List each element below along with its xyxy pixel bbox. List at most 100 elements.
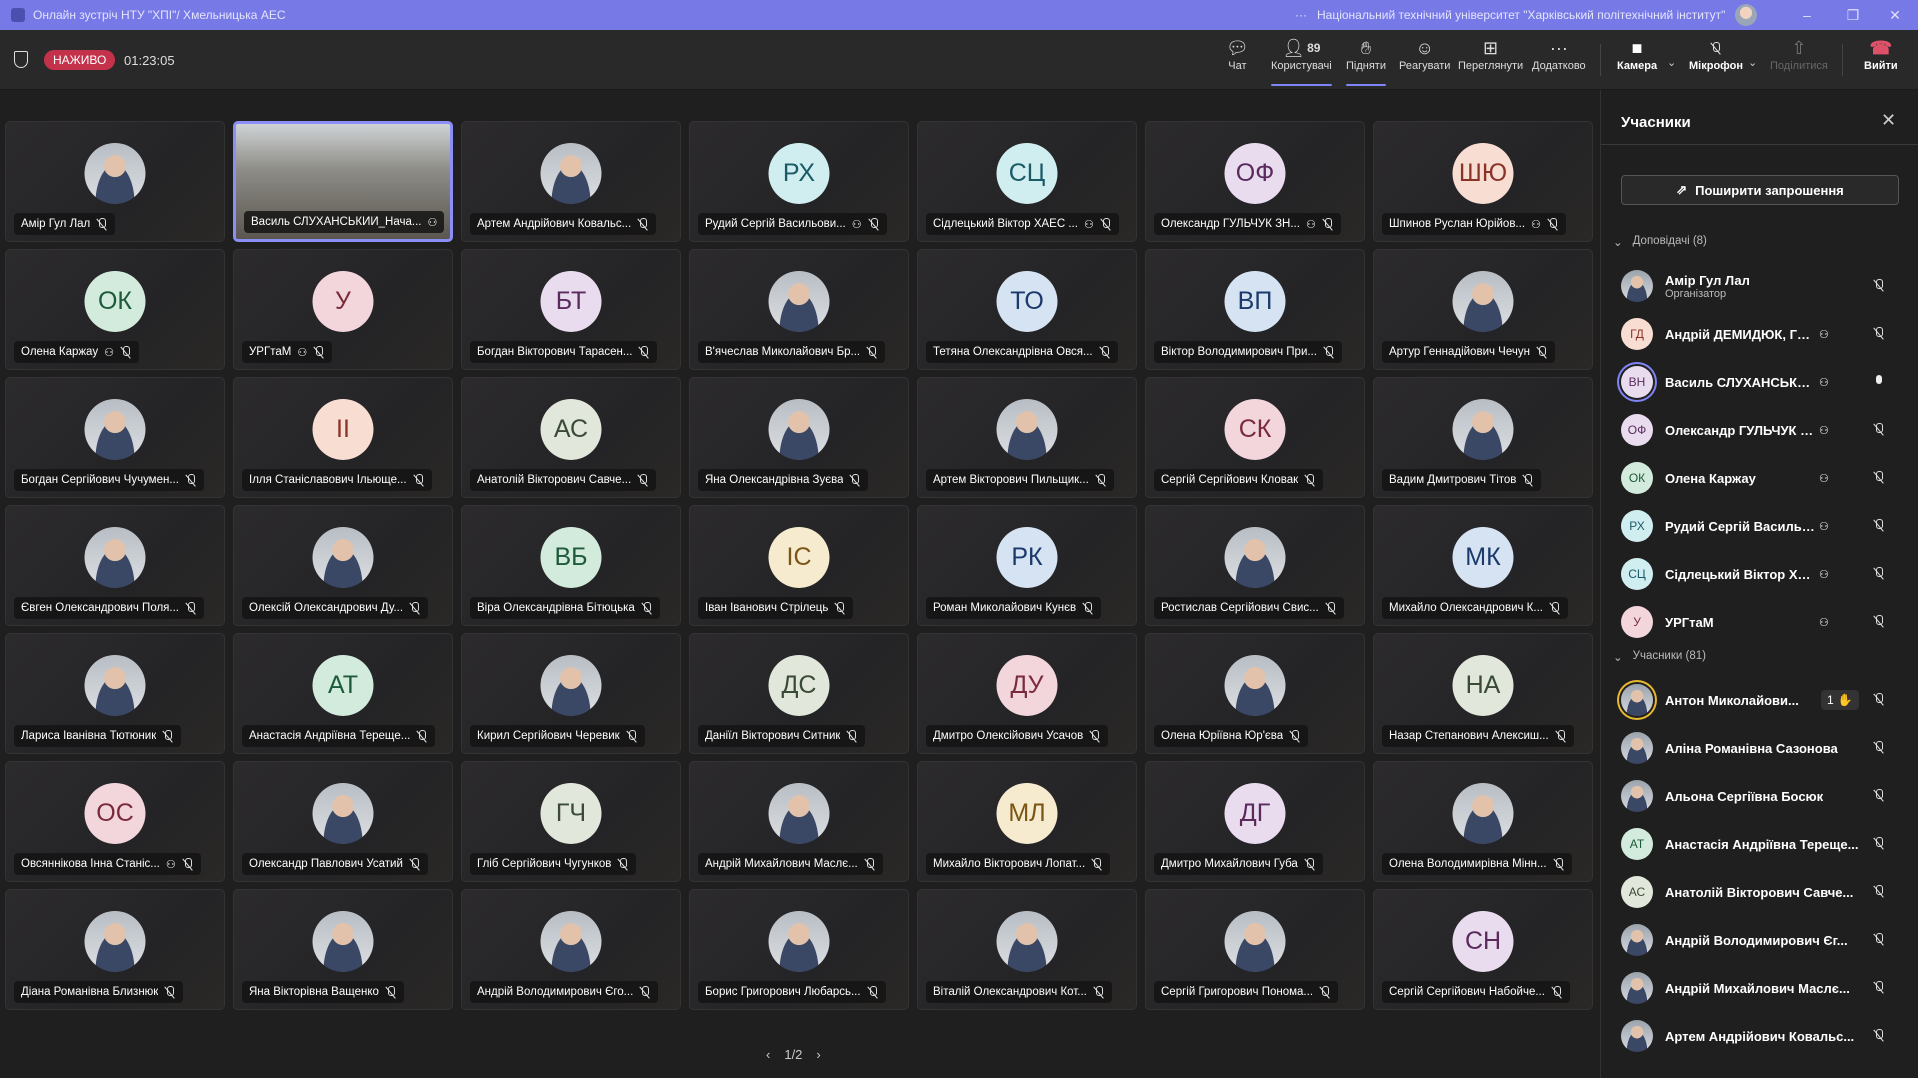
mic-off-icon[interactable] (1873, 279, 1885, 292)
mic-off-icon[interactable] (1873, 837, 1885, 850)
participant-tile[interactable]: Лариса Іванівна Тютюник (5, 633, 225, 754)
participant-tile[interactable]: Віталій Олександрович Кот... (917, 889, 1137, 1010)
participant-tile[interactable]: Діана Романівна Близнюк (5, 889, 225, 1010)
participant-tile[interactable]: ШЮ Шпинов Руслан Юрійов... ⚇ (1373, 121, 1593, 242)
mic-off-icon[interactable] (1873, 519, 1885, 532)
mic-off-icon[interactable] (1873, 981, 1885, 994)
participant-tile[interactable]: СН Сергій Сергійович Набойче... (1373, 889, 1593, 1010)
participant-row[interactable]: ОК Олена Каржау ⚇ (1621, 458, 1901, 498)
previous-page-button[interactable]: ‹ (766, 1047, 770, 1062)
camera-button[interactable]: ■︎ Камера (1617, 36, 1657, 84)
participant-tile[interactable]: ВП Віктор Володимирович При... (1145, 249, 1365, 370)
participant-tile[interactable]: РХ Рудий Сергій Васильови... ⚇ (689, 121, 909, 242)
mic-off-icon[interactable] (1873, 933, 1885, 946)
participant-tile[interactable]: Ростислав Сергійович Свис... (1145, 505, 1365, 626)
people-button[interactable]: 👤︎ 89 Користувачі (1271, 36, 1332, 86)
participant-tile[interactable]: СК Сергій Сергійович Кловак (1145, 377, 1365, 498)
participant-row[interactable]: ВН Василь СЛУХАНСЬКИЙ_... ⚇ (1621, 362, 1901, 402)
participant-row[interactable]: Артем Андрійович Ковальс... (1621, 1016, 1901, 1056)
participant-row[interactable]: Андрій Михайлович Маслє... (1621, 968, 1901, 1008)
participant-tile[interactable]: АС Анатолій Вікторович Савче... (461, 377, 681, 498)
participant-tile[interactable]: ОС Овсяннікова Інна Станіс... ⚇ (5, 761, 225, 882)
mic-off-icon[interactable] (1873, 1029, 1885, 1042)
participant-tile[interactable]: НА Назар Степанович Алексиш... (1373, 633, 1593, 754)
participant-tile[interactable]: Амір Гул Лал (5, 121, 225, 242)
mic-options-chevron-icon[interactable]: ⌄ (1748, 56, 1757, 69)
react-button[interactable]: ☺ Реагувати (1399, 36, 1450, 84)
mic-off-icon[interactable] (1873, 327, 1885, 340)
minimize-button[interactable]: – (1784, 0, 1830, 30)
participant-tile[interactable]: МЛ Михайло Вікторович Лопат... (917, 761, 1137, 882)
participant-tile[interactable]: Андрій Михайлович Маслє... (689, 761, 909, 882)
participant-tile[interactable]: Артем Вікторович Пильщик... (917, 377, 1137, 498)
share-invite-button[interactable]: ⇗ Поширити запрошення (1621, 175, 1899, 205)
participant-tile[interactable]: Кирил Сергійович Черевик (461, 633, 681, 754)
participant-tile[interactable]: Артур Геннадійович Чечун (1373, 249, 1593, 370)
participant-row[interactable]: Аліна Романівна Сазонова (1621, 728, 1901, 768)
profile-avatar[interactable] (1735, 4, 1758, 26)
participant-tile[interactable]: Олена Володимирівна Мінн... (1373, 761, 1593, 882)
participant-row[interactable]: Андрій Володимирович Єг... (1621, 920, 1901, 960)
chat-button[interactable]: 💬︎ Чат (1226, 36, 1249, 84)
participant-tile[interactable]: ІС Іван Іванович Стрілець (689, 505, 909, 626)
participant-tile[interactable]: Василь СЛУХАНСЬКИЙ_Нача... ⚇ (233, 121, 453, 242)
camera-options-chevron-icon[interactable]: ⌄ (1667, 56, 1676, 69)
participant-tile[interactable]: ТО Тетяна Олександрівна Овся... (917, 249, 1137, 370)
presenters-group-toggle[interactable]: ⌄ Доповідачі (8) (1613, 235, 1707, 249)
participant-tile[interactable]: РК Роман Миколайович Кунєв (917, 505, 1137, 626)
participant-tile[interactable]: АТ Анастасія Андріївна Терещe... (233, 633, 453, 754)
participant-tile[interactable]: Яна Вікторівна Ващенко (233, 889, 453, 1010)
participant-row[interactable]: У УРГтаМ ⚇ (1621, 602, 1901, 642)
participant-row[interactable]: АТ Анастасія Андріївна Тереще... (1621, 824, 1901, 864)
participant-row[interactable]: Антон Миколайови... 1 ✋ (1621, 680, 1901, 720)
restore-button[interactable]: ❐ (1830, 0, 1876, 30)
leave-button[interactable]: ☎︎ Вийти (1864, 36, 1898, 84)
participant-tile[interactable]: Сергій Григорович Понома... (1145, 889, 1365, 1010)
participant-tile[interactable]: ГЧ Гліб Сергійович Чугунков (461, 761, 681, 882)
participant-tile[interactable]: ОФ Олександр ГУЛЬЧУК ЗН... ⚇ (1145, 121, 1365, 242)
mic-off-icon[interactable] (1873, 885, 1885, 898)
participant-tile[interactable]: Андрій Володимирович Єго... (461, 889, 681, 1010)
close-panel-icon[interactable]: ✕ (1881, 110, 1896, 131)
mic-off-icon[interactable] (1873, 693, 1885, 706)
participant-tile[interactable]: ДС Даніїл Вікторович Ситник (689, 633, 909, 754)
more-button[interactable]: ··· Додатково (1532, 36, 1586, 84)
mic-off-icon[interactable] (1873, 789, 1885, 802)
raise-hand-button[interactable]: ✋︎ Підняти (1346, 36, 1386, 86)
participant-tile[interactable]: Євген Олександрович Поля... (5, 505, 225, 626)
participant-tile[interactable]: Борис Григорович Любарсь... (689, 889, 909, 1010)
participant-row[interactable]: ОФ Олександр ГУЛЬЧУК ЗН... ⚇ (1621, 410, 1901, 450)
participant-row[interactable]: Альона Сергіївна Босюк (1621, 776, 1901, 816)
microphone-button[interactable]: Мікрофон (1689, 36, 1743, 84)
participant-tile[interactable]: Яна Олександрівна Зуєва (689, 377, 909, 498)
participant-tile[interactable]: ВБ Віра Олександрівна Бітюцька (461, 505, 681, 626)
participant-tile[interactable]: Олена Юріївна Юр'єва (1145, 633, 1365, 754)
participant-row[interactable]: АС Анатолій Вікторович Савче... (1621, 872, 1901, 912)
mic-off-icon[interactable] (1873, 567, 1885, 580)
participant-row[interactable]: ГД Андрій ДЕМИДЮК, ГТЦ, ... ⚇ (1621, 314, 1901, 354)
participant-tile[interactable]: ОК Олена Каржау ⚇ (5, 249, 225, 370)
participant-row[interactable]: РХ Рудий Сергій Васильови... ⚇ (1621, 506, 1901, 546)
participant-tile[interactable]: Артем Андрійович Ковальс... (461, 121, 681, 242)
attendees-group-toggle[interactable]: ⌄ Учасники (81) (1613, 650, 1706, 664)
participant-tile[interactable]: МК Михайло Олександрович К... (1373, 505, 1593, 626)
participant-tile[interactable]: ДУ Дмитро Олексійович Усачов (917, 633, 1137, 754)
mic-off-icon[interactable] (1873, 615, 1885, 628)
participant-tile[interactable]: Олексій Олександрович Ду... (233, 505, 453, 626)
participant-tile[interactable]: У УРГтаМ ⚇ (233, 249, 453, 370)
participant-tile[interactable]: В'ячеслав Миколайович Бр... (689, 249, 909, 370)
participant-row[interactable]: Амір Гул Лал Організатор (1621, 266, 1901, 306)
mic-off-icon[interactable] (1873, 741, 1885, 754)
mic-off-icon[interactable] (1873, 471, 1885, 484)
close-window-button[interactable]: ✕ (1872, 0, 1918, 30)
participant-tile[interactable]: ДГ Дмитро Михайлович Губа (1145, 761, 1365, 882)
participant-tile[interactable]: СЦ Сідлецький Віктор ХАЕС ... ⚇ (917, 121, 1137, 242)
more-options-button[interactable]: ··· (1295, 8, 1307, 22)
participant-row[interactable]: СЦ Сідлецький Віктор ХАЕС ... ⚇ (1621, 554, 1901, 594)
view-button[interactable]: ⊞ Переглянути (1458, 36, 1523, 84)
participant-tile[interactable]: ІІ Ілля Станіславович Ільюще... (233, 377, 453, 498)
participant-tile[interactable]: Вадим Дмитрович Тітов (1373, 377, 1593, 498)
next-page-button[interactable]: › (816, 1047, 820, 1062)
mic-off-icon[interactable] (1873, 423, 1885, 436)
participant-tile[interactable]: Богдан Сергійович Чучумен... (5, 377, 225, 498)
